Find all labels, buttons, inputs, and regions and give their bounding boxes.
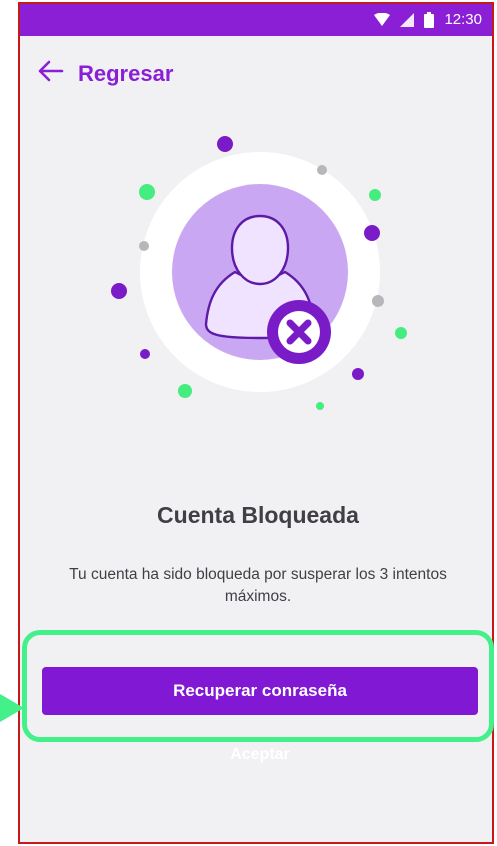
wifi-icon xyxy=(374,12,391,27)
accept-button[interactable]: Aceptar xyxy=(42,740,478,770)
status-time: 12:30 xyxy=(444,11,482,28)
screenshot-stage: 12:30 Regresar Cuenta Bloqueada Tu cuent… xyxy=(0,0,497,846)
lock-message: Tu cuenta ha sido bloqueda por susperar … xyxy=(69,566,447,605)
phone-screen: 12:30 Regresar Cuenta Bloqueada Tu cuent… xyxy=(18,2,494,844)
signal-icon xyxy=(400,12,415,27)
recover-password-label: Recuperar conraseña xyxy=(173,681,347,700)
status-bar: 12:30 xyxy=(20,4,492,36)
back-button[interactable]: Regresar xyxy=(38,60,173,87)
back-label: Regresar xyxy=(78,60,174,86)
battery-icon xyxy=(424,11,435,28)
status-icons: 12:30 xyxy=(374,11,482,28)
page-title: Cuenta Bloqueada xyxy=(157,502,359,528)
arrow-left-icon xyxy=(38,60,64,87)
locked-account-illustration xyxy=(20,124,492,424)
recover-password-button[interactable]: Recuperar conraseña xyxy=(42,667,478,715)
close-x-icon xyxy=(267,300,331,364)
